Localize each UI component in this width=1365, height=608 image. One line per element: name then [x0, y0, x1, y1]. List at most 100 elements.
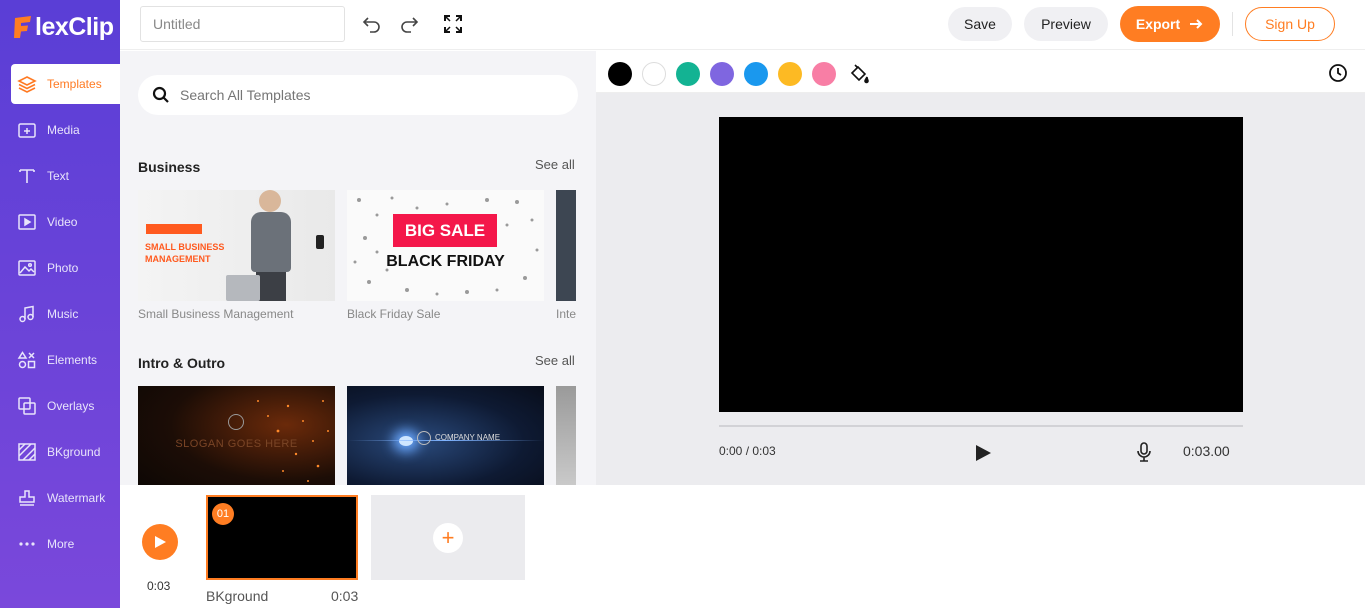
redo-icon[interactable]	[398, 13, 420, 35]
export-button[interactable]: Export	[1120, 6, 1220, 42]
save-button[interactable]: Save	[948, 7, 1012, 41]
color-toolbar	[596, 51, 1365, 93]
sidebar-item-photo[interactable]: Photo	[11, 248, 120, 288]
figure-phone	[316, 235, 324, 249]
background-icon	[17, 442, 37, 462]
sidebar-item-label: Templates	[47, 77, 102, 91]
template-label: Black Friday Sale	[347, 307, 441, 321]
sign-up-button[interactable]: Sign Up	[1245, 7, 1335, 41]
video-icon	[17, 212, 37, 232]
logo-text: lexClip	[35, 12, 114, 41]
video-canvas[interactable]	[719, 117, 1243, 412]
color-swatch-purple[interactable]	[710, 62, 734, 86]
slogan-text: SLOGAN GOES HERE	[175, 438, 298, 450]
sidebar-item-media[interactable]: Media	[11, 110, 120, 150]
sidebar-item-bkground[interactable]: BKground	[11, 432, 120, 472]
plus-icon: +	[433, 522, 463, 553]
search-bar[interactable]	[138, 75, 578, 115]
stamp-icon	[17, 488, 37, 508]
sidebar-item-music[interactable]: Music	[11, 294, 120, 334]
sidebar-item-video[interactable]: Video	[11, 202, 120, 242]
template-thumb-company[interactable]: COMPANY NAME	[347, 386, 544, 485]
see-all-business-link[interactable]: See all	[535, 157, 575, 172]
project-title-input[interactable]	[140, 6, 345, 42]
undo-icon[interactable]	[361, 13, 383, 35]
thumb-text: SMALL BUSINESS MANAGEMENT	[145, 242, 225, 264]
layers-icon	[17, 74, 37, 94]
top-bar: Save Preview Export Sign Up	[120, 0, 1365, 50]
template-label: Small Business Management	[138, 307, 294, 321]
duration-readout: 0:03.00	[1183, 443, 1230, 459]
section-title-business: Business	[138, 159, 201, 175]
microphone-icon[interactable]	[1134, 441, 1154, 463]
scene-duration: 0:03	[331, 588, 359, 604]
photo-icon	[17, 258, 37, 278]
color-swatch-yellow[interactable]	[778, 62, 802, 86]
logo-f-icon	[14, 16, 31, 38]
music-icon	[17, 304, 37, 324]
section-title-intro-outro: Intro & Outro	[138, 355, 226, 371]
clock-icon[interactable]	[1328, 63, 1348, 83]
figure-legs	[256, 272, 286, 301]
play-icon[interactable]	[973, 443, 993, 463]
see-all-intro-outro-link[interactable]: See all	[535, 353, 575, 368]
template-thumb-small-business[interactable]: SMALL BUSINESS MANAGEMENT	[138, 190, 335, 301]
template-label: Inte	[556, 307, 576, 321]
timeline-play-button[interactable]	[142, 524, 178, 560]
fullscreen-icon[interactable]	[442, 13, 464, 35]
color-swatch-green[interactable]	[676, 62, 700, 86]
sidebar-item-watermark[interactable]: Watermark	[11, 478, 120, 518]
template-thumb-black-friday[interactable]: BIG SALE BLACK FRIDAY	[347, 190, 544, 301]
add-scene-button[interactable]: +	[371, 495, 525, 580]
folder-plus-icon	[17, 120, 37, 140]
sidebar-item-label: Elements	[47, 353, 98, 367]
overlays-icon	[17, 396, 37, 416]
sidebar-item-more[interactable]: More	[11, 524, 120, 564]
scene-name: BKground	[206, 588, 269, 604]
color-swatch-blue[interactable]	[744, 62, 768, 86]
template-thumb-slogan[interactable]: SLOGAN GOES HERE	[138, 386, 335, 485]
sidebar-item-templates[interactable]: Templates	[11, 64, 120, 104]
logo-circle	[417, 431, 431, 445]
search-icon	[152, 86, 169, 103]
template-thumb-partial[interactable]	[556, 386, 576, 485]
sidebar-item-label: More	[47, 537, 75, 551]
preview-button[interactable]: Preview	[1024, 7, 1108, 41]
divider	[1232, 12, 1233, 36]
black-friday-text: BLACK FRIDAY	[386, 253, 505, 270]
sparks-pattern	[257, 400, 329, 482]
sidebar-item-text[interactable]: Text	[11, 156, 120, 196]
sidebar-item-label: BKground	[47, 445, 101, 459]
color-swatch-black[interactable]	[608, 62, 632, 86]
sidebar-item-label: Music	[47, 307, 79, 321]
time-readout: 0:00 / 0:03	[719, 444, 776, 458]
search-input[interactable]	[180, 87, 560, 103]
elements-icon	[17, 350, 37, 370]
more-icon	[17, 534, 37, 554]
sidebar-item-label: Text	[47, 169, 70, 183]
figure-suitcase	[226, 275, 260, 301]
flexclip-logo[interactable]: lexClip	[12, 12, 114, 42]
lens-flare	[399, 436, 413, 446]
template-thumb-partial[interactable]	[556, 190, 576, 301]
color-swatch-white[interactable]	[642, 62, 666, 86]
orange-bar	[146, 224, 202, 234]
text-icon	[17, 166, 37, 186]
playback-progress-bar[interactable]	[719, 425, 1243, 427]
templates-panel: Business See all SMALL BUSINESS MANAGEME…	[120, 51, 596, 485]
play-icon	[155, 536, 166, 548]
timeline: 0:03 01 BKground 0:03 +	[120, 485, 1365, 608]
arrow-right-icon	[1190, 19, 1203, 29]
logo-circle	[228, 414, 244, 430]
sidebar-item-elements[interactable]: Elements	[11, 340, 120, 380]
figure-suit	[251, 212, 291, 272]
company-name-text: COMPANY NAME	[435, 433, 501, 442]
timeline-time: 0:03	[147, 579, 171, 593]
scene-number-badge: 01	[212, 503, 234, 525]
paint-bucket-icon[interactable]	[848, 63, 870, 85]
sidebar-item-overlays[interactable]: Overlays	[11, 386, 120, 426]
sidebar-item-label: Overlays	[47, 399, 95, 413]
color-swatch-pink[interactable]	[812, 62, 836, 86]
scene-thumbnail[interactable]: 01	[206, 495, 358, 580]
big-sale-banner: BIG SALE	[393, 214, 497, 247]
